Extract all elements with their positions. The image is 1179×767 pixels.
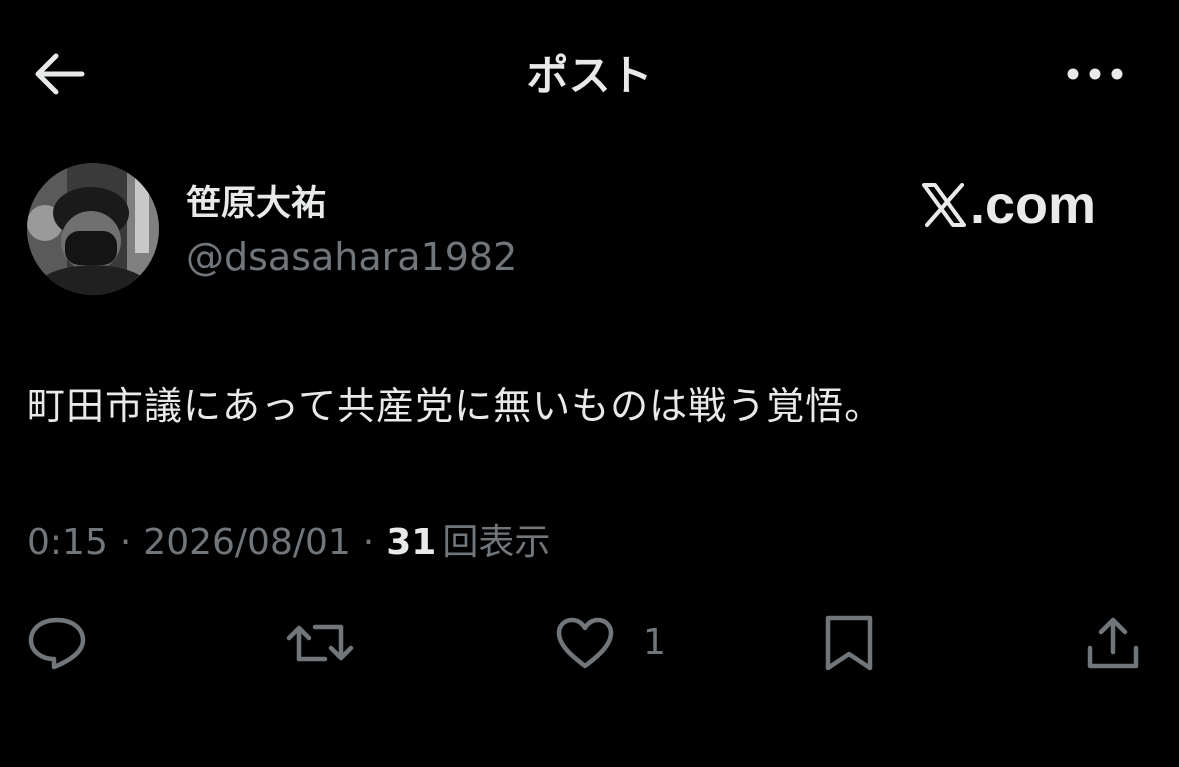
post-text: 町田市議にあって共産党に無いものは戦う覚悟。 [27,384,884,428]
repost-icon [285,615,355,671]
share-icon [1085,614,1141,672]
author-handle[interactable]: @dsasahara1982 [186,232,517,282]
view-label: 回表示 [442,522,551,563]
repost-button[interactable] [285,612,355,674]
avatar[interactable] [27,163,159,295]
reply-button[interactable] [27,612,87,674]
share-button[interactable] [1085,612,1141,674]
like-button[interactable]: 1 [555,612,666,674]
bookmark-icon [822,614,876,672]
arrow-left-icon [34,52,86,100]
brand-logo-text: .com [970,175,1097,235]
meta-separator: · [362,522,375,563]
bookmark-button[interactable] [822,612,876,674]
meta-separator: · [119,522,132,563]
post-time[interactable]: 0:15 [27,518,108,568]
reply-icon [27,615,87,671]
more-options-button[interactable] [1062,50,1128,100]
back-button[interactable] [30,48,90,104]
view-count: 31 [386,522,437,563]
like-count: 1 [643,622,666,663]
brand-logo: .com [920,175,1096,235]
post-date[interactable]: 2026/08/01 [143,518,351,568]
x-logo-icon [920,182,968,228]
heart-icon [555,616,615,670]
page-title: ポスト [526,51,653,100]
post-meta: 0:15 · 2026/08/01 · 31 回表示 [27,518,550,568]
author-display-name[interactable]: 笹原大祐 [186,180,326,228]
more-horizontal-icon [1065,66,1125,85]
